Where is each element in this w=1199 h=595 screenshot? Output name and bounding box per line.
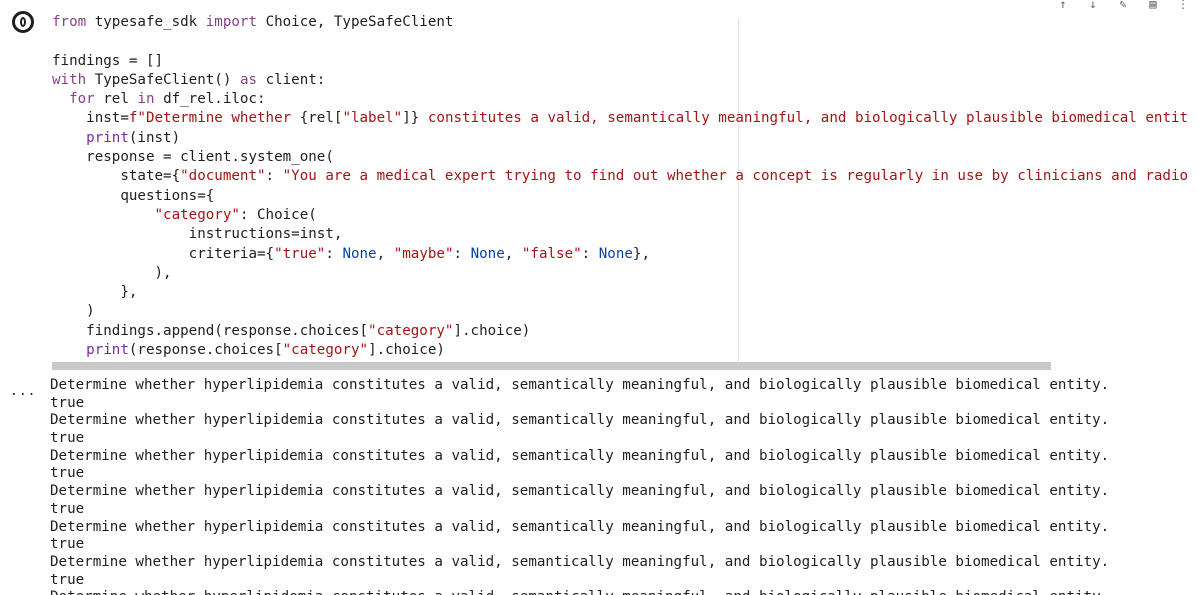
code-token: Choice, TypeSafeClient (265, 14, 454, 30)
code-token: None (598, 245, 633, 262)
code-token: "maybe" (393, 245, 454, 262)
output-line: Determine whether hyperlipidemia constit… (50, 377, 1110, 393)
code-token: questions={ (52, 187, 215, 204)
output-line: true (50, 500, 85, 517)
code-line: }, (52, 283, 1191, 302)
output-line: true (50, 536, 85, 553)
code-token: : (325, 245, 343, 262)
code-token: response = client.system_one( (52, 149, 334, 166)
code-token: (response.choices[ (128, 342, 283, 359)
code-token: : (453, 245, 471, 262)
code-token: "category" (368, 322, 454, 339)
code-token: , (504, 245, 522, 262)
code-token: "category" (282, 342, 369, 359)
output-line: Determine whether hyperlipidemia constit… (50, 412, 1110, 429)
code-token: with (52, 71, 95, 88)
code-token: : (581, 245, 599, 262)
code-token: inst= (52, 110, 129, 127)
edit-icon[interactable]: ✎ (1115, 0, 1131, 12)
output-line: true (50, 430, 85, 447)
code-line: instructions=inst, (52, 225, 1191, 244)
code-line: ), (52, 264, 1191, 283)
code-token: None (470, 245, 505, 262)
output-line: true (50, 571, 85, 588)
code-token: }, (52, 284, 138, 301)
code-editor[interactable]: from typesafe_sdk import Choice, TypeSaf… (52, 13, 1191, 363)
code-token: state={ (52, 168, 181, 185)
output-line: true (50, 465, 85, 482)
code-token: ].choice) (368, 342, 445, 359)
output-line: true (50, 394, 85, 411)
code-token: , (376, 245, 394, 262)
output-line: Determine whether hyperlipidemia constit… (50, 447, 1110, 464)
code-line: questions={ (52, 187, 1191, 206)
code-token: findings = [] (52, 52, 164, 69)
code-token: "You are a medical expert trying to find… (282, 168, 1189, 185)
code-token: for (69, 91, 104, 108)
code-token: ) (52, 303, 95, 320)
arrow-up-icon[interactable]: ↑ (1055, 0, 1071, 12)
cell-output: Determine whether hyperlipidemia constit… (50, 377, 1191, 595)
code-token: None (342, 245, 377, 262)
code-token: "label" (342, 110, 403, 127)
code-line: print(inst) (52, 129, 1191, 148)
run-cell-button[interactable] (12, 11, 34, 33)
code-token: in (137, 91, 164, 108)
output-line: Determine whether hyperlipidemia constit… (50, 518, 1110, 535)
more-icon[interactable]: ⋮ (1175, 0, 1191, 12)
code-token: : Choice( (239, 206, 317, 223)
code-token: from (52, 14, 95, 30)
code-token: findings.append(response.choices[ (52, 322, 369, 339)
code-line: state={"document": "You are a medical ex… (52, 167, 1191, 186)
code-line: findings.append(response.choices["catego… (52, 322, 1191, 341)
code-token: "category" (154, 206, 240, 223)
code-line: ) (52, 302, 1191, 321)
code-line: from typesafe_sdk import Choice, TypeSaf… (52, 13, 1191, 32)
code-line: criteria={"true": None, "maybe": None, "… (52, 245, 1191, 264)
code-token: "true" (274, 245, 326, 262)
code-line: print(response.choices["category"].choic… (52, 341, 1191, 360)
code-line: "category": Choice( (52, 206, 1191, 225)
output-line: Determine whether hyperlipidemia constit… (50, 553, 1110, 570)
code-token: instructions=inst, (52, 226, 343, 243)
code-token: {rel[ (299, 110, 343, 127)
code-token: constitutes a valid, semantically meanin… (419, 110, 1189, 127)
code-token: as (239, 71, 266, 88)
code-line: with TypeSafeClient() as client: (52, 71, 1191, 90)
code-token: (inst) (128, 129, 181, 146)
code-token: print (86, 342, 129, 359)
code-token: ].choice) (453, 322, 531, 339)
code-token: "false" (521, 245, 582, 262)
code-line: for rel in df_rel.iloc: (52, 90, 1191, 109)
arrow-down-icon[interactable]: ↓ (1085, 0, 1101, 12)
output-line: Determine whether hyperlipidemia constit… (50, 483, 1110, 500)
code-token: "document" (180, 168, 266, 185)
code-token: f"Determine whether (128, 110, 300, 127)
code-line: findings = [] (52, 52, 1191, 71)
output-menu-icon[interactable]: ... (10, 384, 36, 399)
code-token: ]} (402, 110, 420, 127)
code-token: TypeSafeClient() (94, 71, 240, 88)
code-token: import (205, 14, 266, 30)
code-token: ), (52, 264, 172, 281)
code-token: }, (632, 245, 651, 262)
code-line: inst=f"Determine whether {rel["label"]} … (52, 109, 1191, 128)
code-line: response = client.system_one( (52, 148, 1191, 167)
code-token: rel (103, 91, 138, 108)
code-token: typesafe_sdk (94, 14, 206, 30)
code-token: df_rel.iloc: (163, 91, 266, 108)
code-token: print (86, 129, 129, 146)
code-token: client: (265, 71, 326, 88)
code-token: criteria={ (52, 245, 275, 262)
code-token: : (265, 168, 283, 185)
delete-icon[interactable]: ▤ (1145, 0, 1161, 12)
output-line: Determine whether hyperlipidemia constit… (50, 589, 1191, 595)
horizontal-scrollbar[interactable] (52, 362, 1051, 370)
